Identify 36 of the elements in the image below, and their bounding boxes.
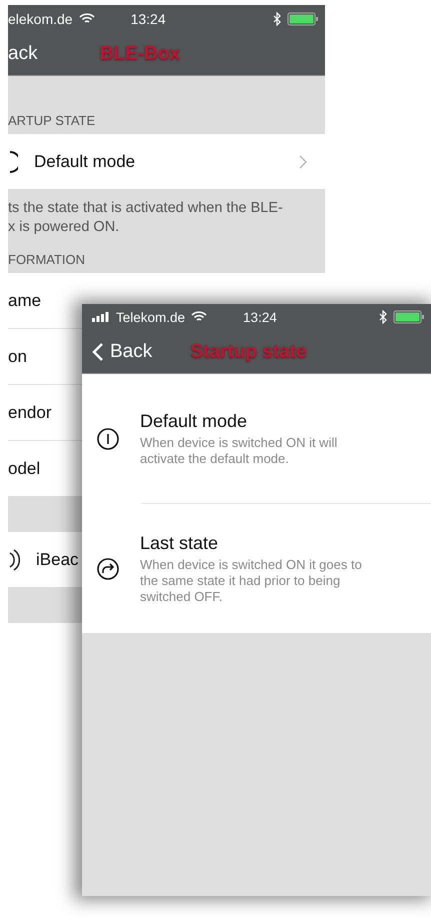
footer-text: x is powered ON. xyxy=(8,218,120,237)
option-row[interactable]: Last state When device is switched ON it goes to the same state it had prior to being switched OFF. xyxy=(141,503,431,633)
row-label: iBeac xyxy=(36,550,79,570)
section-header: FORMATION xyxy=(8,252,86,267)
clock-time: 13:24 xyxy=(130,10,166,26)
option-title: Last state xyxy=(140,532,220,554)
wifi-icon xyxy=(191,311,208,323)
footer-text: ts the state that is activated when the BLE- xyxy=(8,199,284,218)
signal-bars-icon xyxy=(92,312,110,322)
chevron-right-icon xyxy=(299,154,307,168)
screen-title: BLE-Box xyxy=(100,42,180,64)
option-row[interactable]: Default mode When device is switched ON it will activate the default mode. xyxy=(96,374,431,503)
bluetooth-icon xyxy=(273,12,281,26)
option-description: When device is switched ON it goes to the same state it had prior to being switched OFF. xyxy=(140,556,363,604)
row-label: ame xyxy=(8,290,42,310)
carrier-label: elekom.de xyxy=(8,10,73,26)
battery-icon xyxy=(287,12,321,26)
row-label: Default mode xyxy=(34,152,136,172)
circle-arc-icon xyxy=(8,150,18,174)
chevron-left-icon xyxy=(92,342,104,362)
option-title: Default mode xyxy=(140,410,248,432)
back-button[interactable]: Back xyxy=(92,340,152,362)
section-header: ARTUP STATE xyxy=(8,113,96,128)
carrier-label: Telekom.de xyxy=(116,310,186,324)
signal-waves-icon xyxy=(8,548,20,570)
row-label: endor xyxy=(8,402,52,422)
battery-icon xyxy=(393,310,427,324)
power-icon xyxy=(96,426,120,450)
wifi-icon xyxy=(78,12,95,24)
option-description: When device is switched ON it will activate the default mode. xyxy=(140,434,338,466)
bluetooth-icon xyxy=(379,310,387,324)
clock-time: 13:24 xyxy=(243,310,277,324)
row-label: odel xyxy=(8,458,40,478)
back-button[interactable]: ack xyxy=(8,42,38,64)
screen-title: Startup state xyxy=(190,340,306,362)
row-label: on xyxy=(8,346,27,366)
